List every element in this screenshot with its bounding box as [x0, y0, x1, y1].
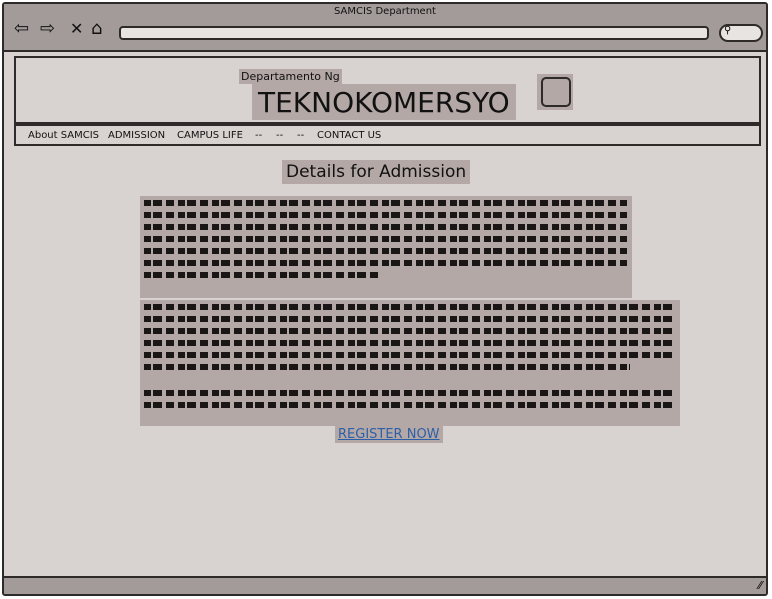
admission-paragraph-1 — [140, 196, 632, 298]
logo-placeholder — [537, 74, 573, 110]
nav-item-placeholder-2[interactable]: -- — [276, 130, 283, 141]
browser-window: SAMCIS Department ⇦ ⇨ ✕ ⌂ ⚲ Departamento… — [2, 2, 768, 596]
search-icon: ⚲ — [724, 25, 732, 36]
logo-icon — [541, 77, 571, 107]
resize-handle-icon[interactable]: ⁄⁄ — [758, 579, 762, 592]
close-icon[interactable]: ✕ — [70, 19, 83, 39]
main-nav: About SAMCIS ADMISSION CAMPUS LIFE -- --… — [14, 124, 761, 146]
register-now-link[interactable]: REGISTER NOW — [335, 426, 443, 443]
admission-paragraph-2 — [140, 300, 680, 426]
nav-item-about[interactable]: About SAMCIS — [28, 130, 99, 141]
back-icon[interactable]: ⇦ — [14, 19, 29, 39]
nav-item-placeholder-1[interactable]: -- — [255, 130, 262, 141]
nav-item-admission[interactable]: ADMISSION — [108, 130, 165, 141]
status-bar: ⁄⁄ — [4, 576, 766, 594]
nav-item-placeholder-3[interactable]: -- — [297, 130, 304, 141]
nav-item-campus-life[interactable]: CAMPUS LIFE — [177, 130, 243, 141]
page-header: Departamento Ng TEKNOKOMERSYO — [14, 56, 761, 124]
window-title: SAMCIS Department — [334, 6, 436, 17]
forward-icon[interactable]: ⇨ — [40, 19, 55, 39]
department-title: TEKNOKOMERSYO — [252, 84, 516, 120]
title-bar: SAMCIS Department ⇦ ⇨ ✕ ⌂ ⚲ — [4, 4, 766, 52]
page-title: Details for Admission — [282, 160, 471, 184]
search-field[interactable]: ⚲ — [719, 24, 763, 42]
address-bar[interactable] — [119, 26, 709, 40]
home-icon[interactable]: ⌂ — [91, 19, 102, 39]
department-subtitle: Departamento Ng — [239, 69, 342, 84]
nav-item-contact[interactable]: CONTACT US — [317, 130, 381, 141]
